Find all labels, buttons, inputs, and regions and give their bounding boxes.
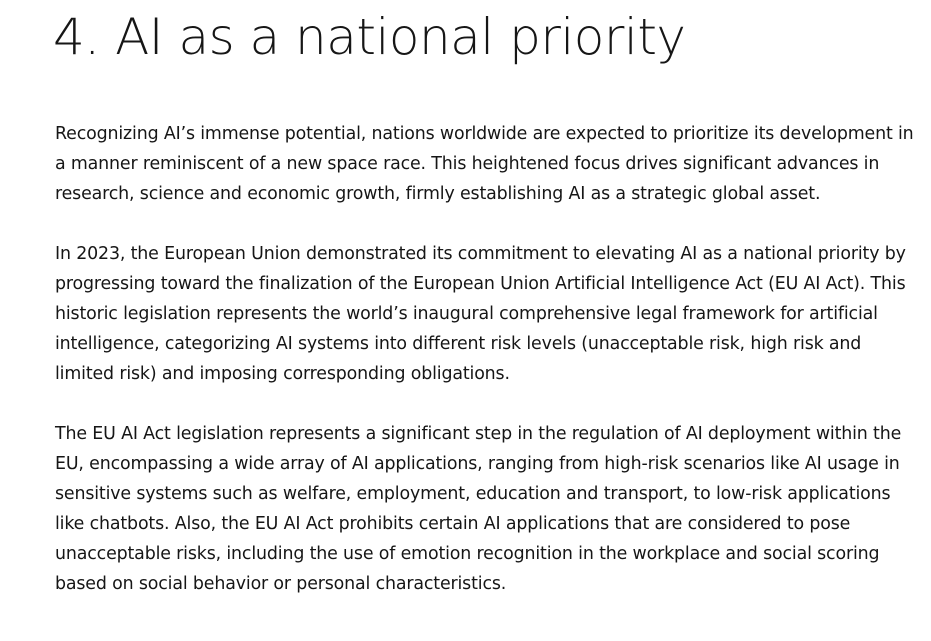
article-body: 4. AI as a national priority Recognizing… xyxy=(53,0,915,599)
section-heading: 4. AI as a national priority xyxy=(53,8,686,66)
paragraph-eu-commitment: In 2023, the European Union demonstrated… xyxy=(55,244,906,384)
paragraph-national-priority: Recognizing AI’s immense potential, nati… xyxy=(55,124,914,204)
paragraph-eu-ai-act: The EU AI Act legislation represents a s… xyxy=(55,424,902,594)
